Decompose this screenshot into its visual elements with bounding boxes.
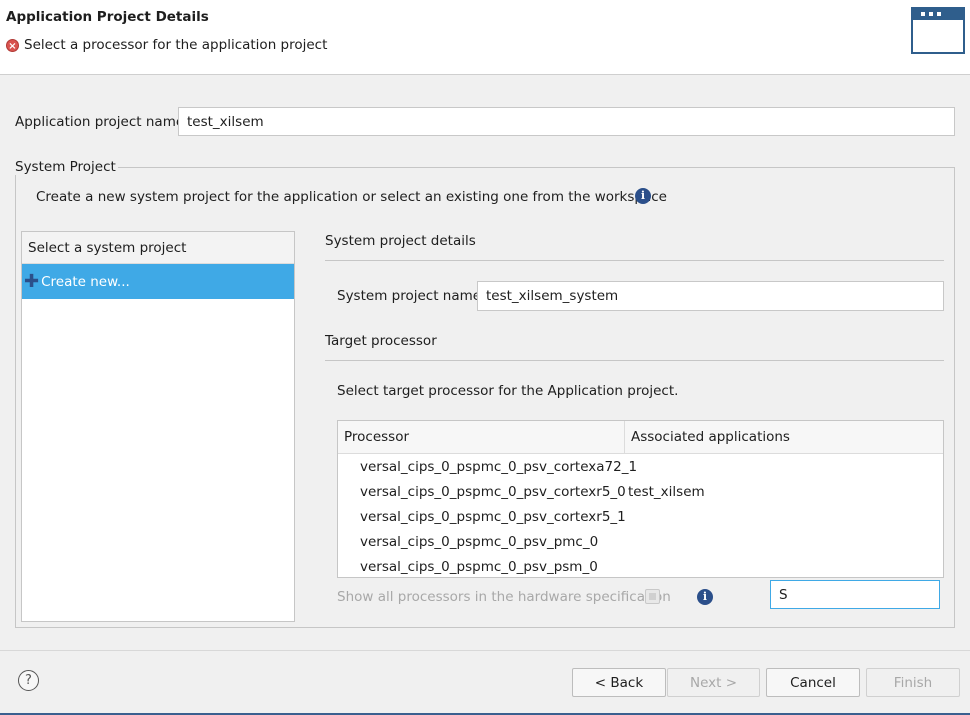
system-project-list: Select a system project ✚ Create new... bbox=[21, 231, 295, 622]
system-project-list-header: Select a system project bbox=[22, 232, 294, 264]
table-row[interactable]: versal_cips_0_pspmc_0_psv_pmc_0 bbox=[338, 529, 943, 554]
processor-cell: versal_cips_0_pspmc_0_psv_cortexa72_1 bbox=[360, 458, 638, 475]
finish-button[interactable]: Finish bbox=[866, 668, 960, 697]
system-project-name-label: System project name: bbox=[337, 288, 486, 304]
help-icon[interactable]: ? bbox=[18, 670, 39, 691]
processor-cell: versal_cips_0_pspmc_0_psv_cortexr5_1 bbox=[360, 508, 626, 525]
processor-cell: versal_cips_0_pspmc_0_psv_psm_0 bbox=[360, 558, 598, 575]
app-project-name-input[interactable]: test_xilsem bbox=[178, 107, 955, 136]
system-project-group-title: System Project bbox=[15, 159, 118, 175]
system-project-details-title: System project details bbox=[325, 233, 476, 249]
info-icon[interactable]: i bbox=[697, 589, 713, 605]
plus-icon: ✚ bbox=[24, 270, 40, 292]
system-project-description: Create a new system project for the appl… bbox=[36, 189, 667, 205]
list-item-create-new[interactable]: ✚ Create new... bbox=[22, 264, 294, 299]
processor-table: Processor Associated applications versal… bbox=[337, 420, 944, 578]
table-row[interactable]: versal_cips_0_pspmc_0_psv_cortexr5_0 tes… bbox=[338, 479, 943, 504]
table-header: Processor Associated applications bbox=[338, 421, 943, 454]
back-button[interactable]: < Back bbox=[572, 668, 666, 697]
app-project-name-label: Application project name: bbox=[15, 114, 189, 130]
status-message-text: Select a processor for the application p… bbox=[24, 37, 328, 53]
target-processor-title: Target processor bbox=[325, 333, 437, 349]
table-row[interactable]: versal_cips_0_pspmc_0_psv_cortexr5_1 bbox=[338, 504, 943, 529]
target-processor-instruction: Select target processor for the Applicat… bbox=[337, 383, 679, 399]
list-item-label: Create new... bbox=[41, 273, 130, 290]
status-message: × Select a processor for the application… bbox=[6, 37, 327, 53]
wizard-window-icon bbox=[911, 7, 965, 54]
divider bbox=[325, 260, 944, 261]
wizard-header: Application Project Details × Select a p… bbox=[0, 0, 970, 75]
info-icon[interactable]: i bbox=[635, 188, 651, 204]
error-icon: × bbox=[6, 38, 19, 52]
page-title: Application Project Details bbox=[6, 9, 209, 25]
column-header-processor[interactable]: Processor bbox=[338, 421, 625, 453]
next-button[interactable]: Next > bbox=[667, 668, 760, 697]
processor-filter-input[interactable]: S bbox=[770, 580, 940, 609]
table-row[interactable]: versal_cips_0_pspmc_0_psv_psm_0 bbox=[338, 554, 943, 577]
cancel-button[interactable]: Cancel bbox=[766, 668, 860, 697]
divider bbox=[325, 360, 944, 361]
processor-cell: versal_cips_0_pspmc_0_psv_cortexr5_0 bbox=[360, 483, 626, 500]
table-row[interactable]: versal_cips_0_pspmc_0_psv_cortexa72_1 bbox=[338, 454, 943, 479]
system-project-name-input[interactable]: test_xilsem_system bbox=[477, 281, 944, 311]
processor-cell: versal_cips_0_pspmc_0_psv_pmc_0 bbox=[360, 533, 599, 550]
apps-cell: test_xilsem bbox=[628, 483, 705, 500]
show-all-processors-checkbox[interactable] bbox=[645, 589, 660, 604]
show-all-processors-label: Show all processors in the hardware spec… bbox=[337, 589, 671, 605]
column-header-associated-applications[interactable]: Associated applications bbox=[625, 421, 943, 453]
